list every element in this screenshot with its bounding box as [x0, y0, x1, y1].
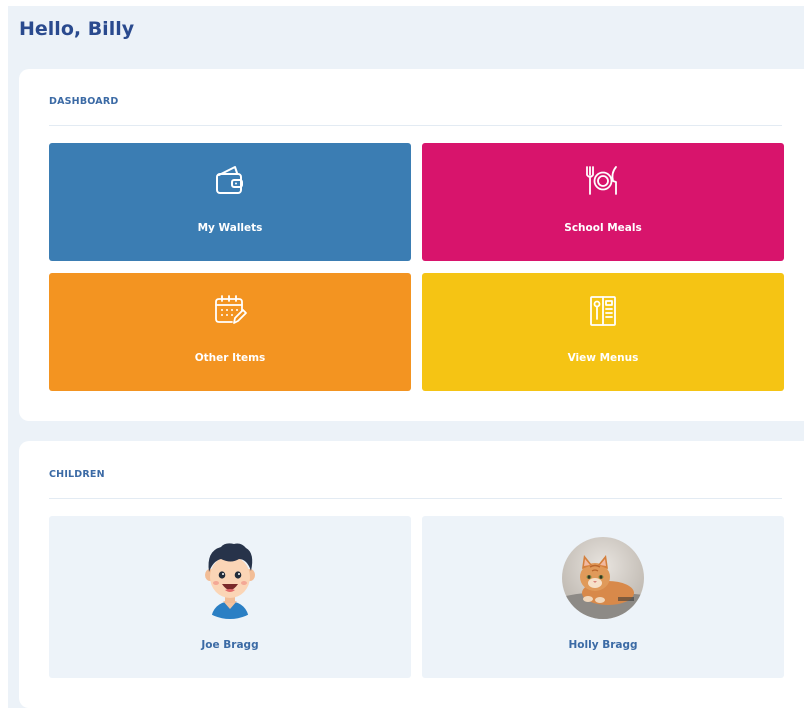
wallet-icon [216, 166, 243, 194]
children-section-title: CHILDREN [49, 469, 105, 480]
menu-book-icon [590, 296, 616, 326]
my-wallets-label: My Wallets [197, 222, 263, 234]
other-items-tile[interactable]: Other Items [49, 273, 411, 391]
page: Hello, Billy DASHBOARD My Wallets School… [0, 0, 804, 708]
my-wallets-tile[interactable]: My Wallets [49, 143, 411, 261]
school-meals-label: School Meals [564, 222, 642, 234]
dashboard-section-title: DASHBOARD [49, 96, 119, 107]
child-card-holly[interactable]: Holly Bragg [422, 516, 784, 678]
calendar-edit-icon [215, 295, 247, 324]
greeting-title: Hello, Billy [19, 18, 135, 40]
cat-photo-avatar [562, 537, 644, 619]
school-meals-tile[interactable]: School Meals [422, 143, 784, 261]
child-name-holly: Holly Bragg [568, 639, 638, 651]
other-items-label: Other Items [194, 352, 266, 364]
child-name-joe: Joe Bragg [201, 639, 259, 651]
dashboard-card: DASHBOARD My Wallets School Meals Other … [19, 69, 804, 421]
children-card: CHILDREN Joe Bragg Holly Bragg [19, 441, 804, 708]
child-card-joe[interactable]: Joe Bragg [49, 516, 411, 678]
children-divider [49, 498, 782, 499]
boy-avatar [189, 537, 271, 619]
dashboard-divider [49, 125, 782, 126]
view-menus-label: View Menus [567, 352, 639, 364]
plate-icon [586, 166, 617, 195]
view-menus-tile[interactable]: View Menus [422, 273, 784, 391]
